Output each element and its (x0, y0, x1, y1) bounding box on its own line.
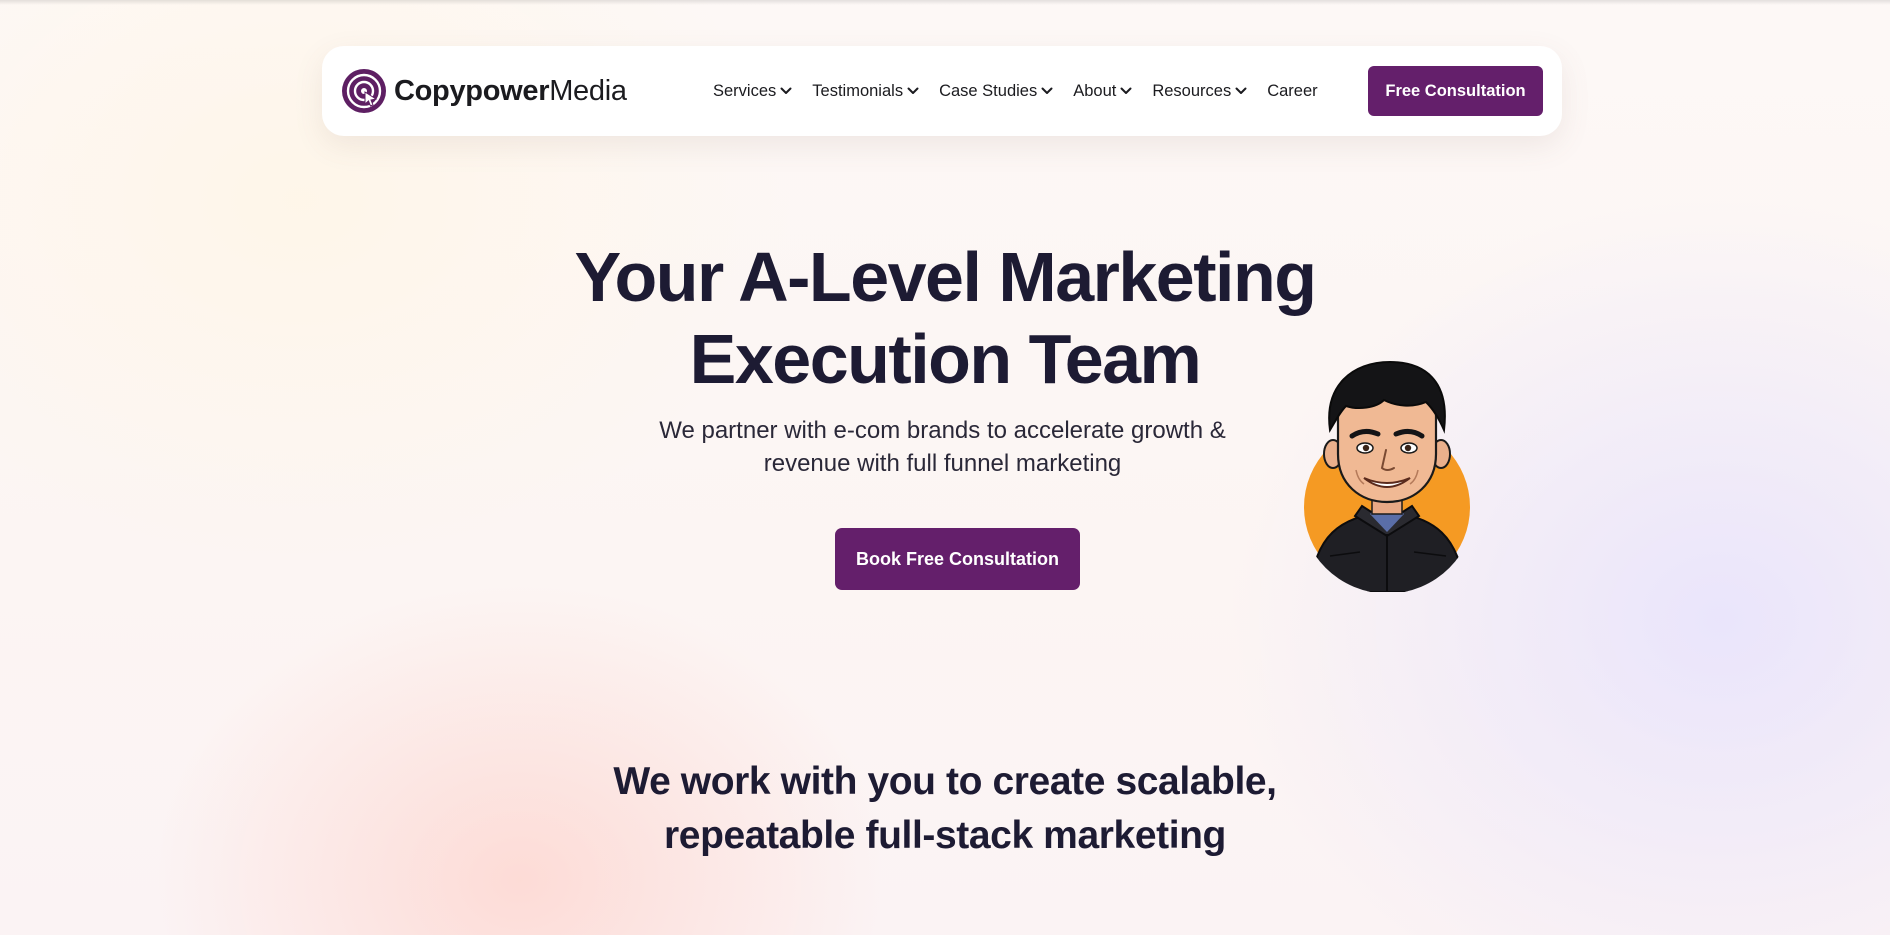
chevron-down-icon (907, 87, 919, 94)
hero-subtitle-line-2: revenue with full funnel marketing (763, 450, 1122, 477)
hero-subtitle-line-1: We partner with e-com brands to accelera… (659, 417, 1226, 444)
section-title: We work with you to create scalable, rep… (545, 755, 1345, 863)
founder-caricature-avatar (1300, 356, 1475, 593)
chevron-down-icon (1235, 87, 1247, 94)
nav-item-career[interactable]: Career (1267, 82, 1317, 101)
browser-top-shadow (0, 0, 1890, 5)
chevron-down-icon (1041, 87, 1053, 94)
chevron-down-icon (1120, 87, 1132, 94)
nav-label-case-studies: Case Studies (939, 81, 1038, 100)
nav-label-about: About (1073, 81, 1117, 100)
nav-item-case-studies[interactable]: Case Studies (939, 82, 1053, 101)
brand-name-light: Media (549, 74, 627, 107)
nav-item-resources[interactable]: Resources (1152, 82, 1247, 101)
hero-title-line-2: Execution Team (689, 320, 1202, 398)
nav-label-testimonials: Testimonials (812, 81, 904, 100)
brand-logo-link[interactable]: CopypowerMedia (342, 68, 627, 114)
hero-subtitle: We partner with e-com brands to accelera… (600, 414, 1285, 480)
brand-name: CopypowerMedia (394, 75, 627, 108)
nav-item-about[interactable]: About (1073, 82, 1132, 101)
hero-title: Your A-Level Marketing Execution Team (445, 236, 1445, 400)
hero-title-line-1: Your A-Level Marketing (574, 238, 1317, 316)
nav-label-resources: Resources (1152, 81, 1232, 100)
book-free-consultation-button[interactable]: Book Free Consultation (835, 528, 1080, 590)
brand-name-strong: Copypower (394, 74, 550, 107)
nav-label-services: Services (713, 81, 777, 100)
nav-label-career: Career (1267, 81, 1318, 100)
main-menu: Services Testimonials Case Studies About… (713, 46, 1318, 136)
section-title-line-2: repeatable full-stack marketing (664, 814, 1226, 857)
free-consultation-button[interactable]: Free Consultation (1368, 66, 1543, 116)
target-cursor-icon (342, 69, 386, 113)
navbar: CopypowerMedia Services Testimonials Cas… (322, 46, 1562, 136)
nav-item-services[interactable]: Services (713, 82, 792, 101)
section-title-line-1: We work with you to create scalable, (613, 760, 1277, 803)
nav-item-testimonials[interactable]: Testimonials (812, 82, 919, 101)
chevron-down-icon (780, 87, 792, 94)
